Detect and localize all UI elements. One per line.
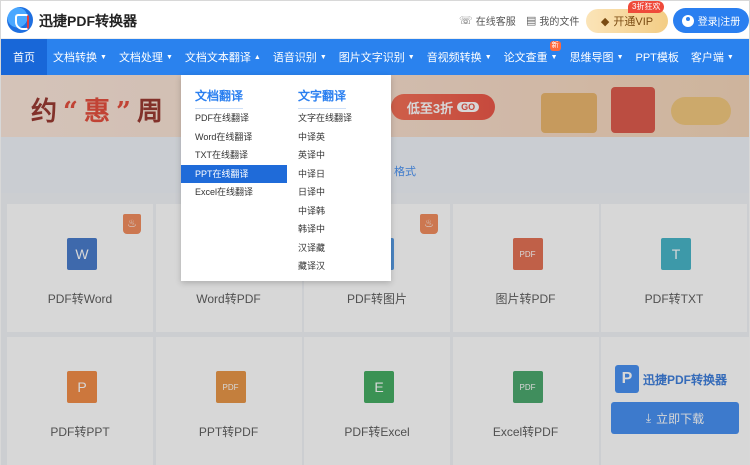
- nav-item-6[interactable]: 音视频转换 ▼: [421, 39, 498, 75]
- file-icon: ▤: [526, 15, 537, 27]
- text-translate-menu-item[interactable]: 韩译中: [298, 220, 325, 238]
- user-icon: [681, 14, 694, 27]
- text-translate-menu-item[interactable]: 英译中: [298, 146, 325, 164]
- caret-down-icon: ▼: [319, 53, 327, 61]
- new-badge: 新: [549, 41, 561, 51]
- login-label: 登录|注册: [697, 17, 741, 28]
- brand-name[interactable]: 迅捷PDF转换器: [39, 11, 137, 31]
- doc-translate-menu-item[interactable]: Word在线翻译: [195, 128, 252, 146]
- nav-item-10[interactable]: 客户端 ▼: [685, 39, 740, 75]
- translation-dropdown-menu: 文档翻译 文字翻译 PDF在线翻译 Word在线翻译 TXT在线翻译 PPT在线翻译 E…: [181, 75, 391, 281]
- text-translate-menu-item[interactable]: 日译中: [298, 183, 325, 201]
- nav-item-4[interactable]: 语音识别 ▼: [267, 39, 333, 75]
- nav-item-label: 文档文本翻译: [184, 52, 251, 64]
- nav-item-5[interactable]: 图片文字识别 ▼: [333, 39, 421, 75]
- nav-item-label: 客户端: [690, 52, 724, 64]
- top-header: 迅捷PDF转换器 ☏ 在线客服 ▤ 我的文件 ◆ 开通VIP 3折狂欢 登录|注…: [1, 1, 749, 39]
- caret-down-icon: ▼: [616, 53, 624, 61]
- nav-item-label: PPT模板: [635, 52, 679, 64]
- nav-item-label: 论文查重: [503, 52, 548, 64]
- text-translate-menu-item[interactable]: 中译韩: [298, 202, 325, 220]
- vip-promo-badge: 3折狂欢: [628, 1, 665, 13]
- nav-item-8[interactable]: 思维导图 ▼: [564, 39, 630, 75]
- doc-translate-menu-item[interactable]: Excel在线翻译: [195, 183, 253, 201]
- nav-item-2[interactable]: 文档处理 ▼: [113, 39, 179, 75]
- caret-down-icon: ▼: [100, 53, 107, 61]
- my-files-link[interactable]: ▤ 我的文件: [526, 13, 579, 28]
- nav-item-9[interactable]: PPT模板: [630, 39, 685, 75]
- nav-item-label: 语音识别: [272, 52, 317, 64]
- text-translate-heading: 文字翻译: [298, 87, 347, 109]
- nav-item-3[interactable]: 文档文本翻译 ▲: [179, 39, 267, 75]
- caret-down-icon: ▼: [484, 53, 492, 61]
- my-files-label: 我的文件: [539, 17, 580, 28]
- text-translate-menu-item[interactable]: 中译日: [298, 165, 325, 183]
- caret-up-icon: ▲: [253, 53, 261, 61]
- doc-translate-menu-item[interactable]: TXT在线翻译: [195, 146, 248, 164]
- text-translate-menu-item[interactable]: 汉译藏: [298, 239, 325, 257]
- caret-down-icon: ▼: [726, 53, 734, 61]
- headset-icon: ☏: [459, 15, 473, 27]
- nav-item-label: 文档转换: [53, 52, 97, 64]
- caret-down-icon: ▼: [407, 53, 415, 61]
- text-translate-menu-item[interactable]: 中译英: [298, 128, 325, 146]
- doc-translate-heading: 文档翻译: [195, 87, 244, 109]
- nav-item-label: 首页: [13, 52, 35, 64]
- nav-item-0[interactable]: 首页: [1, 39, 47, 75]
- nav-item-label: 文档处理: [118, 52, 163, 64]
- nav-item-label: 图片文字识别: [338, 52, 405, 64]
- online-service-label: 在线客服: [475, 17, 516, 28]
- doc-translate-menu-item[interactable]: PDF在线翻译: [195, 109, 249, 127]
- nav-item-1[interactable]: 文档转换 ▼: [47, 39, 113, 75]
- text-translate-menu-item[interactable]: 文字在线翻译: [298, 109, 352, 127]
- online-service-link[interactable]: ☏ 在线客服: [459, 13, 516, 28]
- nav-item-label: 音视频转换: [426, 52, 482, 64]
- main-nav: 首页 文档转换 ▼ 文档处理 ▼ 文档文本翻译 ▲ 语音识别 ▼ 图片文字识别 ▼ 音视频转换 ▼ 论文查…: [1, 39, 749, 75]
- nav-item-7[interactable]: 论文查重 ▼ 新: [498, 39, 564, 75]
- caret-down-icon: ▼: [165, 53, 173, 61]
- diamond-icon: ◆: [600, 15, 610, 28]
- caret-down-icon: ▼: [550, 53, 558, 61]
- text-translate-menu-item[interactable]: 藏译汉: [298, 257, 325, 275]
- brand-logo-icon[interactable]: [7, 7, 33, 33]
- login-register-button[interactable]: 登录|注册: [673, 8, 749, 33]
- nav-item-label: 思维导图: [569, 52, 614, 64]
- vip-label: 开通VIP: [613, 16, 654, 28]
- doc-translate-menu-item[interactable]: PPT在线翻译: [181, 164, 287, 183]
